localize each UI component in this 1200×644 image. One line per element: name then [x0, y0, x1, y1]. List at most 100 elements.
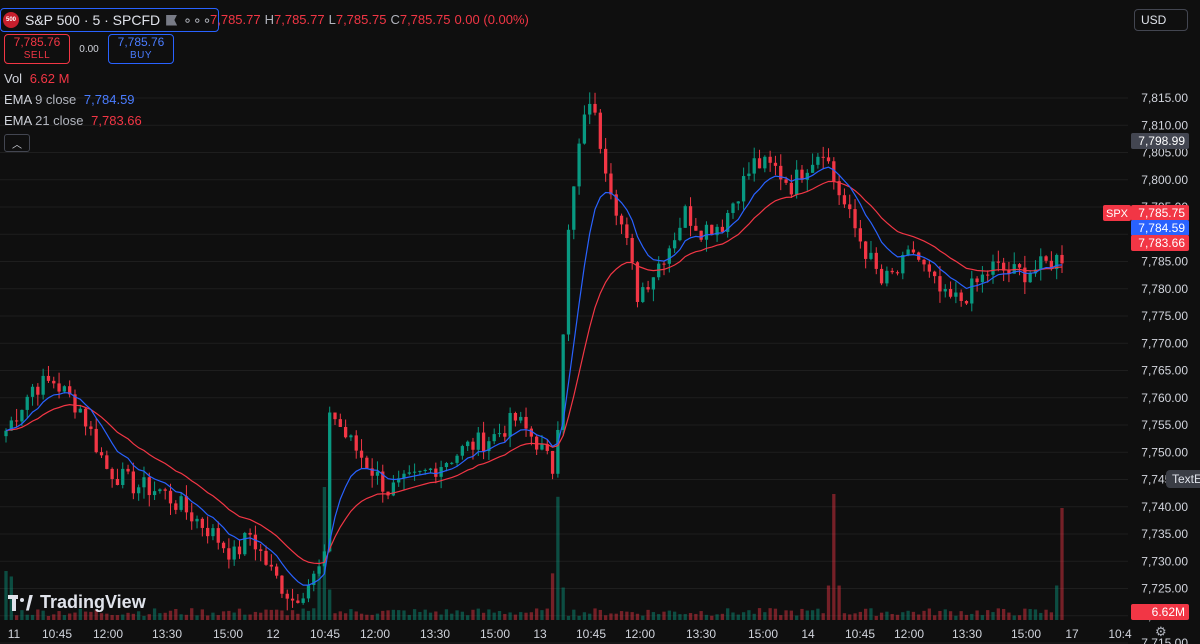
- candle-body: [301, 598, 305, 603]
- sell-button[interactable]: 7,785.76 SELL: [4, 34, 70, 64]
- currency-select[interactable]: USD: [1134, 9, 1188, 31]
- volume-bar: [614, 613, 618, 620]
- volume-bar: [524, 612, 528, 620]
- ema21-line: [5, 180, 1063, 565]
- buy-button[interactable]: 7,785.76 BUY: [108, 34, 174, 64]
- gear-icon[interactable]: ⚙: [1155, 624, 1169, 639]
- price-label-value: 7,784.59: [1138, 221, 1185, 235]
- candle-body: [158, 489, 162, 492]
- candle-body: [959, 292, 963, 302]
- y-tick-label: 7,750.00: [1141, 445, 1188, 459]
- candle-body: [243, 532, 247, 555]
- volume-bar: [954, 615, 958, 620]
- candle-body: [200, 518, 204, 528]
- candle-body: [943, 289, 947, 292]
- price-axis[interactable]: 7,815.007,810.007,805.007,800.007,795.00…: [1141, 91, 1188, 644]
- candle-body: [550, 450, 555, 474]
- candle-body: [784, 179, 788, 183]
- ohlc-readout: 7,785.77 H 7,785.77 L 7,785.75 C 7,785.7…: [210, 12, 533, 27]
- candle-body: [535, 436, 539, 450]
- candle-body: [1017, 264, 1022, 268]
- candle-body: [46, 375, 51, 381]
- volume-bar: [736, 614, 740, 620]
- y-tick-label: 7,800.00: [1141, 173, 1188, 187]
- volume-bar: [1017, 615, 1022, 620]
- more-icon[interactable]: ∘∘∘: [183, 12, 212, 29]
- ema21-value: 7,783.66: [91, 113, 142, 128]
- chevron-up-icon[interactable]: ︿: [4, 134, 30, 152]
- time-axis[interactable]: 11 10:45 12:00 13:30 15:00 12 10:45 12:00 13:30 1…: [8, 627, 1132, 641]
- candle-body: [736, 201, 740, 204]
- volume-bar: [487, 609, 491, 620]
- volume-bar: [450, 613, 454, 620]
- candle-body: [858, 228, 862, 242]
- volume-bar: [980, 615, 985, 620]
- volume-bar: [768, 608, 772, 620]
- ema9-params: 9 close: [35, 92, 77, 107]
- sell-label: SELL: [23, 50, 51, 61]
- ema9-path: [5, 166, 1063, 586]
- y-tick-label: 7,740.00: [1141, 500, 1188, 514]
- candle-body: [922, 259, 926, 265]
- candle-body: [354, 435, 358, 451]
- candle-body: [497, 433, 502, 435]
- ohlc-low-value: 7,785.75: [335, 12, 387, 27]
- text-handle[interactable]: TextE: [1166, 470, 1200, 488]
- candle-body: [460, 446, 465, 456]
- volume-bar: [497, 611, 502, 620]
- volume-bar: [577, 615, 581, 620]
- price-label-value: 7,783.66: [1138, 236, 1185, 250]
- candle-body: [503, 433, 507, 437]
- candle-body: [152, 491, 157, 496]
- candle-body: [731, 203, 735, 213]
- ohlc-high-value: 7,785.77: [274, 12, 325, 27]
- price-chart[interactable]: 7,815.007,810.007,805.007,800.007,795.00…: [0, 0, 1200, 644]
- x-tick-label: 13:30: [152, 627, 182, 641]
- candle-body: [768, 156, 772, 163]
- tradingview-logo[interactable]: TradingView: [8, 592, 146, 613]
- candle-body: [115, 478, 120, 485]
- volume-bar: [418, 611, 422, 620]
- volume-bar: [970, 613, 974, 620]
- brand-text: TradingView: [40, 592, 146, 612]
- candle-body: [927, 264, 931, 272]
- volume-bar: [503, 613, 507, 620]
- sell-price: 7,785.76: [13, 35, 61, 49]
- candle-body: [444, 463, 449, 468]
- volume-bar: [747, 610, 751, 620]
- flag-icon[interactable]: [166, 14, 178, 26]
- volume-bar: [619, 611, 624, 620]
- candle-body: [412, 471, 417, 473]
- volume-bar: [561, 587, 565, 620]
- volume-bar: [147, 614, 151, 620]
- legend-ema21[interactable]: EMA 21 close 7,783.66: [4, 113, 142, 128]
- volume-bar: [274, 609, 279, 620]
- volume-bar: [211, 612, 215, 620]
- candle-body: [216, 528, 220, 543]
- candle-body: [678, 227, 682, 241]
- volume-bar: [906, 610, 910, 620]
- volume-bar: [466, 615, 470, 620]
- volume-bar: [264, 609, 268, 620]
- volume-bar: [89, 611, 93, 620]
- volume-bar: [243, 614, 247, 620]
- candle-body: [137, 487, 141, 494]
- volume-bar: [62, 615, 67, 620]
- candle-body: [147, 477, 151, 496]
- candle-body: [36, 386, 40, 395]
- volume-bar: [237, 608, 242, 620]
- volume-bar: [163, 612, 167, 620]
- candle-body: [901, 255, 905, 274]
- candle-body: [179, 496, 183, 510]
- volume-bar: [789, 610, 794, 620]
- volume-bar: [285, 615, 289, 620]
- x-tick-label: 10:4: [1108, 627, 1132, 641]
- volume-bar: [683, 614, 687, 620]
- symbol-search[interactable]: 500 S&P 500 · 5 · SPCFD ∘∘∘: [0, 8, 220, 32]
- legend-ema9[interactable]: EMA 9 close 7,784.59: [4, 92, 135, 107]
- volume-bar: [572, 609, 576, 620]
- x-tick-label: 14: [801, 627, 815, 641]
- legend-volume[interactable]: Vol 6.62 M: [4, 71, 69, 86]
- volume-bar: [455, 610, 459, 620]
- candle-body: [991, 261, 995, 275]
